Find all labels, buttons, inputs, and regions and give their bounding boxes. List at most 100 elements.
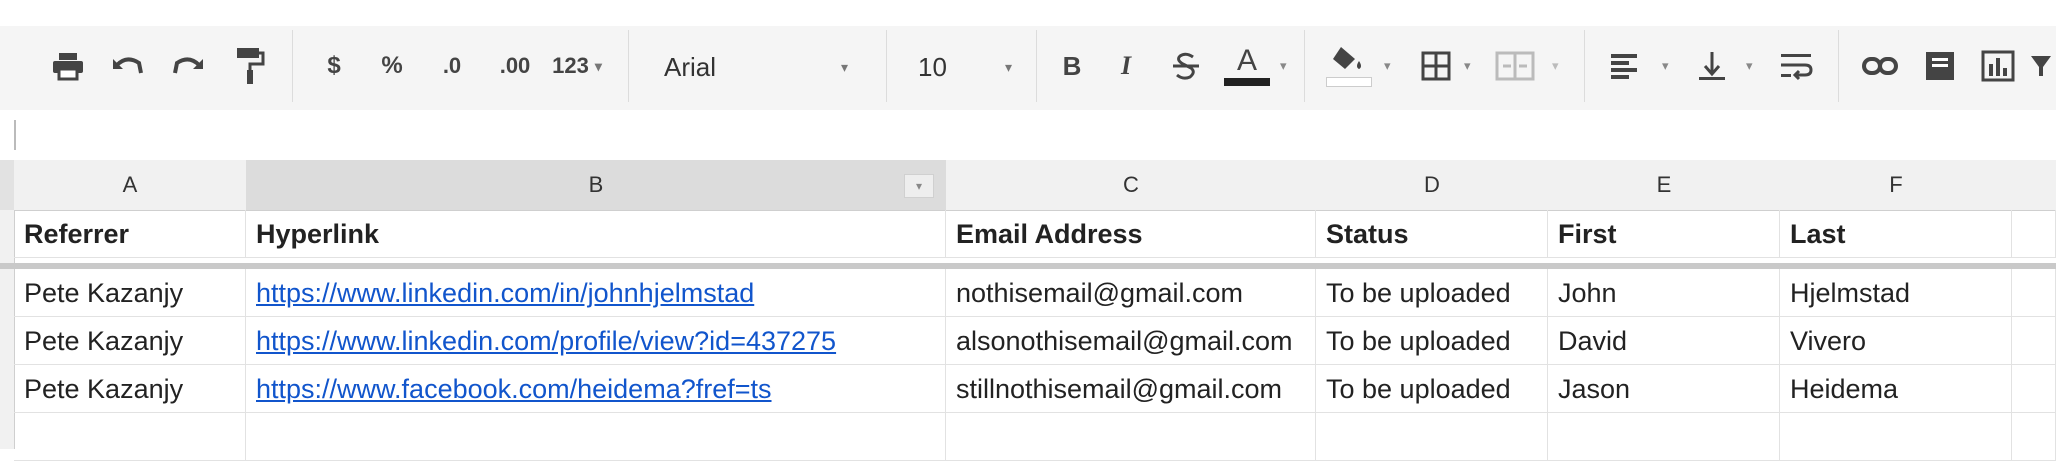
cell-referrer[interactable]: Pete Kazanjy xyxy=(14,365,246,413)
column-header-d[interactable]: D xyxy=(1316,160,1549,211)
merge-cells-icon[interactable] xyxy=(1490,38,1540,94)
cell-last[interactable]: Vivero xyxy=(1780,317,2012,365)
cell-referrer[interactable]: Pete Kazanjy xyxy=(14,317,246,365)
cell-empty[interactable] xyxy=(1316,413,1548,461)
chevron-down-icon[interactable]: ▾ xyxy=(1552,58,1559,74)
cell-empty[interactable] xyxy=(246,413,946,461)
font-size-select[interactable]: 10 ▾ xyxy=(918,44,1018,90)
chevron-down-icon[interactable]: ▾ xyxy=(1662,58,1669,74)
more-formats-label: 123 xyxy=(552,53,589,78)
font-family-select[interactable]: Arial ▾ xyxy=(664,44,864,90)
cell-last[interactable]: Heidema xyxy=(1780,365,2012,413)
bold-button[interactable]: B xyxy=(1054,38,1090,94)
italic-button[interactable]: I xyxy=(1108,38,1144,94)
column-letter: A xyxy=(122,172,138,197)
text-color-icon: A xyxy=(1236,44,1257,77)
align-left-icon[interactable] xyxy=(1604,38,1644,94)
chevron-down-icon: ▾ xyxy=(1004,58,1012,75)
comment-icon[interactable] xyxy=(1920,38,1960,94)
header-cell-email[interactable]: Email Address xyxy=(946,210,1316,258)
column-header-c[interactable]: C xyxy=(946,160,1317,211)
cell-hyperlink[interactable]: https://www.linkedin.com/in/johnhjelmsta… xyxy=(246,269,946,317)
header-cell-referrer[interactable]: Referrer xyxy=(14,210,246,258)
cell-empty[interactable] xyxy=(2012,269,2056,317)
column-menu-button[interactable]: ▾ xyxy=(904,174,934,198)
bold-icon: B xyxy=(1062,50,1082,81)
column-header-a[interactable]: A xyxy=(14,160,247,211)
select-all-corner[interactable] xyxy=(0,160,15,211)
chart-icon[interactable] xyxy=(1976,38,2020,94)
cell-email[interactable]: nothisemail@gmail.com xyxy=(946,269,1316,317)
cell-empty[interactable] xyxy=(2012,413,2056,461)
toolbar-separator xyxy=(1304,30,1305,102)
cell-empty[interactable] xyxy=(1548,413,1780,461)
wrap-text-icon[interactable] xyxy=(1774,38,1818,94)
cell-empty[interactable] xyxy=(946,413,1316,461)
column-header-f[interactable]: F xyxy=(1780,160,2013,211)
header-cell-last[interactable]: Last xyxy=(1780,210,2012,258)
cell-last[interactable]: Hjelmstad xyxy=(1780,269,2012,317)
toolbar-separator xyxy=(292,30,293,102)
column-letter: E xyxy=(1656,172,1672,197)
valign-bottom-icon[interactable] xyxy=(1692,38,1732,94)
redo-icon[interactable] xyxy=(166,38,210,94)
column-header-e[interactable]: E xyxy=(1548,160,1781,211)
chevron-down-icon: ▾ xyxy=(915,179,923,193)
toolbar-separator xyxy=(1838,30,1839,102)
italic-icon: I xyxy=(1120,51,1132,80)
toolbar-separator xyxy=(1036,30,1037,102)
menu-strip xyxy=(0,0,2056,26)
percent-button[interactable]: % xyxy=(374,38,410,94)
font-size-value: 10 xyxy=(918,51,947,82)
header-cell-hyperlink[interactable]: Hyperlink xyxy=(246,210,946,258)
filter-icon[interactable] xyxy=(2028,38,2054,94)
fill-color-swatch xyxy=(1326,77,1372,87)
chevron-down-icon[interactable]: ▾ xyxy=(1280,58,1287,74)
decrease-decimal-button[interactable]: .0 xyxy=(432,38,472,94)
column-letter: D xyxy=(1424,172,1440,197)
cell-first[interactable]: David xyxy=(1548,317,1780,365)
increase-decimal-button[interactable]: .00 xyxy=(490,38,540,94)
chevron-down-icon: ▾ xyxy=(840,58,848,75)
borders-icon[interactable] xyxy=(1416,38,1456,94)
chevron-down-icon[interactable]: ▾ xyxy=(1464,58,1471,74)
cell-empty[interactable] xyxy=(14,413,246,461)
undo-icon[interactable] xyxy=(106,38,150,94)
text-color-button[interactable]: A xyxy=(1220,38,1274,94)
cell-empty[interactable] xyxy=(1780,413,2012,461)
header-cell-first[interactable]: First xyxy=(1548,210,1780,258)
column-header-b[interactable]: B ▾ xyxy=(246,160,947,211)
text-color-swatch xyxy=(1224,78,1270,86)
cell-hyperlink[interactable]: https://www.linkedin.com/profile/view?id… xyxy=(246,317,946,365)
cell-referrer[interactable]: Pete Kazanjy xyxy=(14,269,246,317)
chevron-down-icon[interactable]: ▾ xyxy=(1384,58,1391,74)
toolbar-separator xyxy=(886,30,887,102)
cell-first[interactable]: Jason xyxy=(1548,365,1780,413)
header-cell-status[interactable]: Status xyxy=(1316,210,1548,258)
cell-hyperlink[interactable]: https://www.facebook.com/heidema?fref=ts xyxy=(246,365,946,413)
cell-first[interactable]: John xyxy=(1548,269,1780,317)
row-header-strip[interactable] xyxy=(0,210,15,449)
column-header-g[interactable] xyxy=(2012,160,2056,211)
strikethrough-icon[interactable] xyxy=(1166,38,1206,94)
increase-decimal-label: .00 xyxy=(499,53,531,78)
fill-color-icon[interactable] xyxy=(1324,38,1374,94)
formula-bar[interactable] xyxy=(0,110,2056,161)
toolbar: $ % .0 .00 123 ▾ Arial ▾ 10 ▾ B I A ▾ ▾ ▾ xyxy=(0,0,2056,111)
cell-empty[interactable] xyxy=(2012,210,2056,258)
print-icon[interactable] xyxy=(46,38,90,94)
cell-status[interactable]: To be uploaded xyxy=(1316,317,1548,365)
paint-format-icon[interactable] xyxy=(228,38,272,94)
cell-email[interactable]: stillnothisemail@gmail.com xyxy=(946,365,1316,413)
cell-status[interactable]: To be uploaded xyxy=(1316,269,1548,317)
text-cursor xyxy=(14,120,16,150)
cell-status[interactable]: To be uploaded xyxy=(1316,365,1548,413)
cell-empty[interactable] xyxy=(2012,365,2056,413)
currency-button[interactable]: $ xyxy=(318,38,350,94)
link-icon[interactable] xyxy=(1858,38,1902,94)
more-formats-button[interactable]: 123 ▾ xyxy=(544,38,610,94)
cell-email[interactable]: alsonothisemail@gmail.com xyxy=(946,317,1316,365)
chevron-down-icon[interactable]: ▾ xyxy=(1746,58,1753,74)
cell-empty[interactable] xyxy=(2012,317,2056,365)
column-letter: C xyxy=(1123,172,1139,197)
